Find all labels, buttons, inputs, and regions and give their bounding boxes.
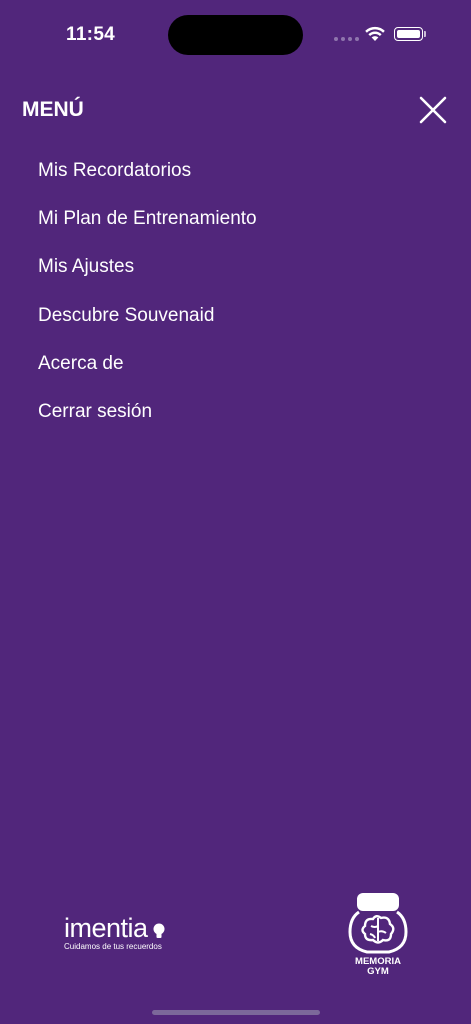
menu-item-mis-ajustes[interactable]: Mis Ajustes [38, 252, 257, 300]
status-time: 11:54 [66, 24, 116, 45]
menu-item-cerrar-sesion[interactable]: Cerrar sesión [38, 397, 257, 445]
dynamic-island [168, 15, 303, 55]
menu-item-mis-recordatorios[interactable]: Mis Recordatorios [38, 156, 257, 204]
memoria-gym-logo: MEMORIA GYM [345, 890, 411, 980]
imentia-wordmark: imentia [64, 913, 148, 943]
battery-icon [394, 27, 423, 41]
imentia-logo: imentia Cuidamos de tus recuerdos [64, 913, 174, 956]
menu-item-acerca-de[interactable]: Acerca de [38, 349, 257, 397]
cellular-signal-icon [334, 37, 359, 41]
lightbulb-icon [153, 923, 165, 938]
memoria-gym-line2: GYM [367, 966, 389, 977]
status-bar: 11:54 [0, 0, 471, 60]
battery-cap [424, 31, 426, 37]
brain-jar-icon [348, 893, 408, 954]
wifi-icon [365, 26, 385, 41]
menu-title: MENÚ [22, 98, 84, 121]
menu-item-descubre-souvenaid[interactable]: Descubre Souvenaid [38, 301, 257, 349]
menu-item-mi-plan-de-entrenamiento[interactable]: Mi Plan de Entrenamiento [38, 204, 257, 252]
home-indicator[interactable] [152, 1010, 320, 1015]
close-icon[interactable] [416, 93, 450, 127]
menu-list: Mis Recordatorios Mi Plan de Entrenamien… [38, 156, 257, 445]
imentia-tagline: Cuidamos de tus recuerdos [64, 942, 162, 951]
